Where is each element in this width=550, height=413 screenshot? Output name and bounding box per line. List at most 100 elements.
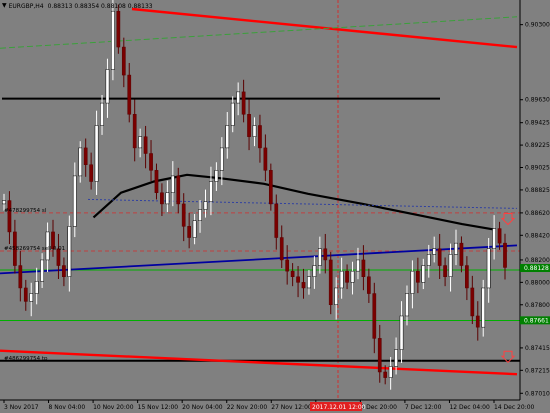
bull-candle	[405, 293, 409, 317]
x-tick-label: 15 Nov 12:00	[138, 404, 179, 411]
bull-candle	[334, 287, 339, 306]
bear-candle	[497, 228, 502, 244]
bear-candle	[160, 192, 164, 205]
x-tick-label: 7 Dec 12:00	[405, 404, 442, 411]
bear-candle	[121, 46, 126, 76]
bear-candle	[437, 248, 442, 266]
bull-candle	[100, 102, 104, 126]
bear-candle	[323, 248, 328, 261]
bull-candle	[421, 265, 426, 283]
bear-candle	[443, 265, 447, 278]
x-tick-label: 22 Nov 20:00	[227, 404, 268, 411]
bull-candle	[432, 248, 437, 255]
bull-candle	[492, 228, 496, 249]
bear-candle	[263, 147, 268, 171]
bear-candle	[372, 293, 377, 339]
bear-candle	[301, 282, 306, 289]
order-line-label: #478299754 sl	[4, 208, 47, 214]
bull-candle	[252, 125, 257, 137]
bear-candle	[285, 259, 290, 272]
bull-candle	[230, 102, 235, 126]
bull-candle	[40, 259, 44, 282]
bear-candle	[279, 237, 284, 261]
bear-candle	[116, 10, 121, 48]
bull-candle	[426, 254, 431, 266]
bear-candle	[143, 136, 148, 154]
bull-candle	[209, 181, 213, 202]
bull-candle	[307, 276, 311, 289]
bull-candle	[394, 349, 398, 367]
bull-candle	[29, 293, 34, 302]
bear-candle	[176, 175, 181, 205]
bull-candle	[339, 270, 344, 289]
y-tick-label: 0.88000	[525, 279, 550, 286]
y-tick-label: 0.89425	[525, 120, 550, 127]
bull-candle	[105, 69, 110, 104]
bull-candle	[481, 287, 486, 328]
y-tick-label: 0.88200	[525, 257, 550, 264]
bear-candle	[475, 315, 480, 328]
bear-candle	[465, 265, 469, 289]
bear-candle	[345, 270, 349, 283]
symbol-label: EURGBP,H4	[8, 2, 44, 10]
dropdown-triangle-icon[interactable]: ▼	[2, 3, 7, 9]
y-tick-label: 0.88420	[525, 232, 550, 239]
bear-candle	[7, 200, 12, 233]
bear-candle	[416, 270, 420, 283]
bear-candle	[132, 114, 137, 149]
bear-candle	[127, 74, 132, 115]
bear-candle	[503, 242, 507, 268]
bull-candle	[486, 248, 491, 289]
bear-candle	[149, 153, 153, 171]
price-chart: #478299754 sl #458269754 sell 0.01 #486299…	[0, 0, 550, 413]
bull-candle	[78, 147, 83, 177]
bear-candle	[89, 164, 93, 182]
bear-candle	[83, 147, 88, 165]
bear-candle	[274, 203, 279, 238]
x-tick-label: 12 Dec 04:00	[449, 404, 490, 411]
bear-candle	[258, 125, 262, 149]
bear-candle	[470, 287, 475, 317]
bull-candle	[138, 136, 142, 149]
bull-candle	[448, 254, 453, 278]
bear-candle	[181, 203, 186, 227]
chart-header: ▼ EURGBP,H4 0.88313 0.88354 0.88108 0.88…	[2, 1, 153, 11]
bull-candle	[388, 366, 393, 378]
bull-candle	[72, 175, 77, 227]
bear-candle	[296, 276, 300, 283]
bull-candle	[236, 91, 241, 104]
bear-candle	[241, 91, 246, 115]
bear-candle	[328, 259, 333, 306]
bear-candle	[187, 226, 192, 238]
bear-candle	[268, 170, 273, 205]
bull-candle	[67, 226, 72, 278]
y-tick-label: 0.89225	[525, 142, 550, 149]
bear-candle	[377, 338, 382, 373]
bull-candle	[2, 200, 6, 205]
bull-candle	[170, 175, 175, 193]
bull-candle	[203, 201, 208, 210]
bull-candle	[454, 242, 458, 255]
bull-candle	[350, 270, 355, 283]
x-tick-label: 5 Dec 20:00	[360, 404, 397, 411]
bull-candle	[356, 259, 360, 272]
bear-candle	[367, 276, 371, 294]
time-label-text: 2017.12.01 12:00	[312, 404, 366, 411]
y-tick-label: 0.87800	[525, 302, 550, 309]
ohlc-values: 0.88313 0.88354 0.88108 0.88133	[47, 2, 153, 10]
y-tick-label: 0.89630	[525, 97, 550, 104]
order-line-label: #458269754 sell 0.01	[4, 246, 65, 252]
y-tick-label: 0.87215	[525, 367, 550, 374]
bear-candle	[247, 114, 251, 137]
bear-candle	[290, 270, 295, 278]
y-tick-label: 0.88825	[525, 187, 550, 194]
y-tick-label: 0.90300	[525, 22, 550, 29]
y-tick-label: 0.87415	[525, 345, 550, 352]
bull-candle	[94, 125, 99, 182]
x-tick-label: 27 Nov 12:00	[271, 404, 312, 411]
bear-candle	[23, 287, 28, 302]
bull-candle	[219, 147, 224, 171]
bull-candle	[198, 209, 202, 221]
bull-candle	[312, 265, 317, 278]
order-line-label: #486299754 tp	[4, 356, 48, 362]
